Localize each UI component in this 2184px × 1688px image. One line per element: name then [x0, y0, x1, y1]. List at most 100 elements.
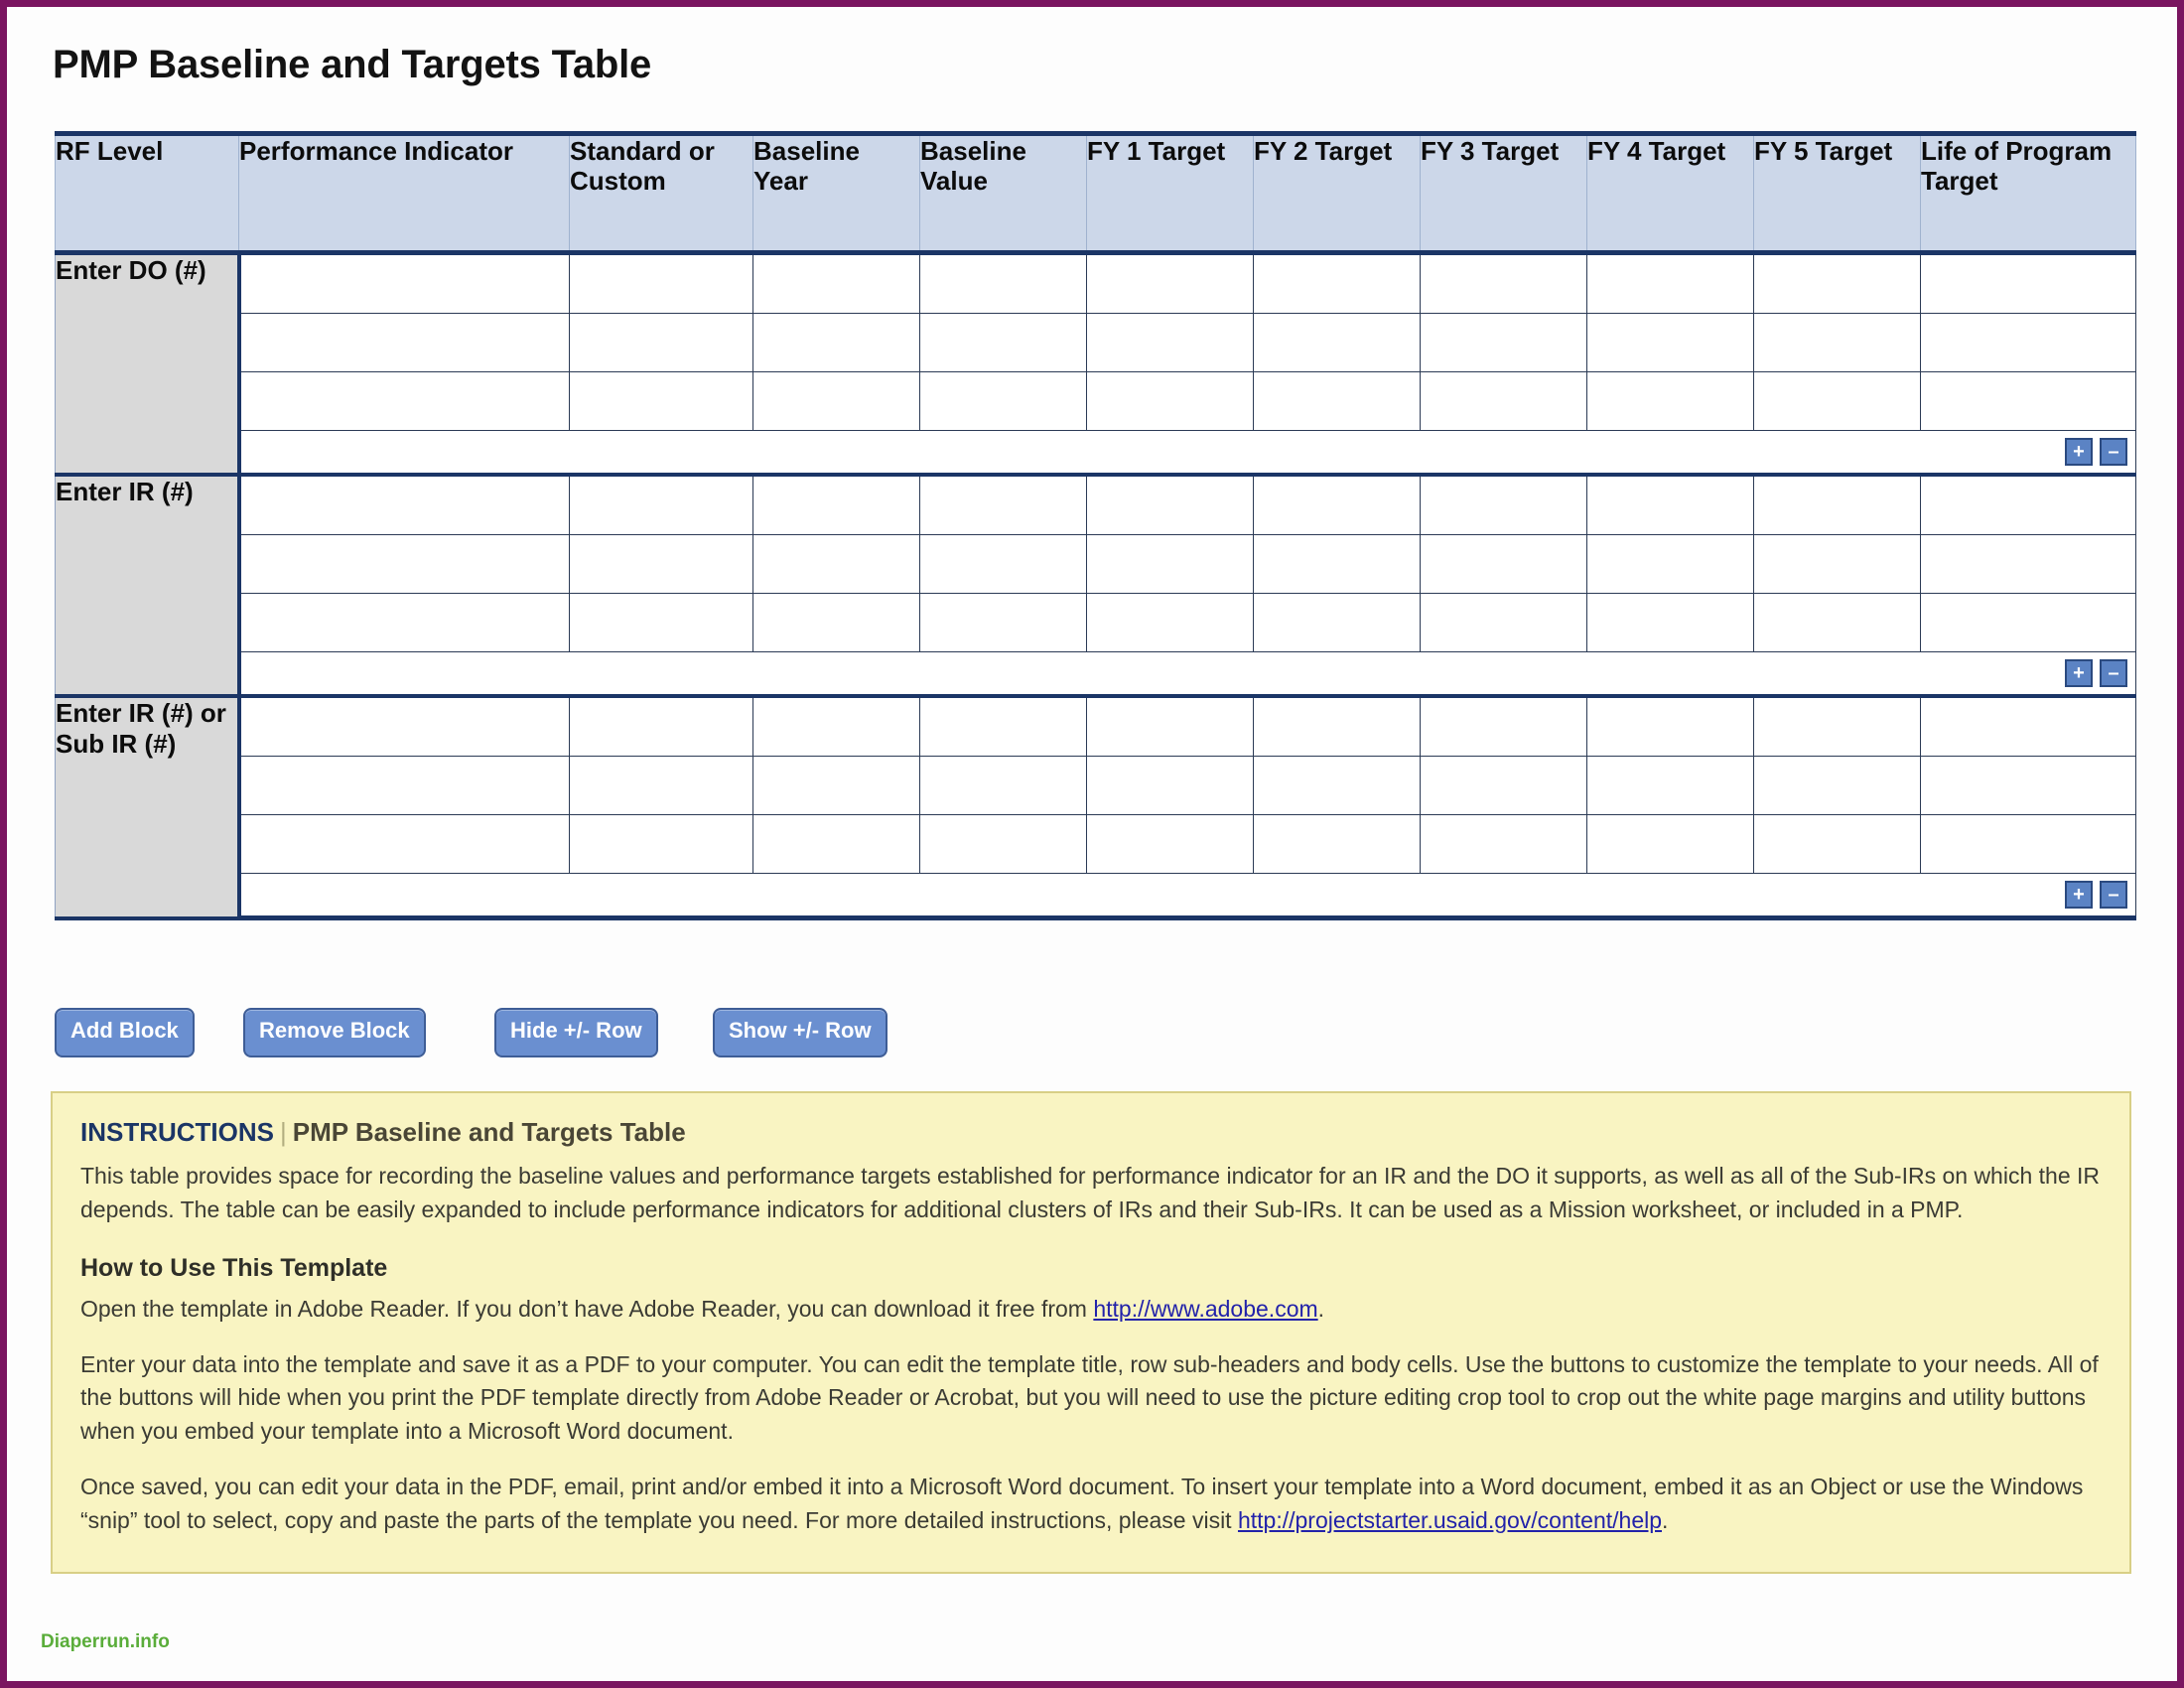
cell-fy1-target[interactable] [1086, 814, 1254, 874]
cell-fy5-target[interactable] [1753, 534, 1921, 594]
cell-fy1-target[interactable] [1086, 534, 1254, 594]
cell-fy3-target[interactable] [1420, 756, 1587, 815]
hide-plus-minus-row-button[interactable]: Hide +/- Row [494, 1008, 658, 1057]
add-row-icon[interactable]: + [2065, 881, 2093, 909]
cell-life-of-program-target[interactable] [1920, 313, 2136, 372]
cell-baseline-value[interactable] [919, 371, 1087, 431]
rf-level-label-block-2[interactable]: Enter IR (#) [55, 475, 241, 698]
cell-baseline-year[interactable] [752, 534, 920, 594]
cell-fy2-target[interactable] [1253, 313, 1421, 372]
cell-baseline-year[interactable] [752, 756, 920, 815]
cell-fy2-target[interactable] [1253, 695, 1421, 757]
cell-performance-indicator[interactable] [238, 371, 570, 431]
cell-fy4-target[interactable] [1586, 593, 1754, 652]
cell-fy4-target[interactable] [1586, 534, 1754, 594]
remove-row-icon[interactable]: – [2100, 881, 2127, 909]
cell-fy1-target[interactable] [1086, 474, 1254, 535]
cell-fy3-target[interactable] [1420, 695, 1587, 757]
cell-fy4-target[interactable] [1586, 313, 1754, 372]
cell-fy4-target[interactable] [1586, 756, 1754, 815]
cell-baseline-year[interactable] [752, 474, 920, 535]
cell-baseline-year[interactable] [752, 371, 920, 431]
cell-fy5-target[interactable] [1753, 371, 1921, 431]
cell-fy5-target[interactable] [1753, 252, 1921, 314]
cell-baseline-year[interactable] [752, 593, 920, 652]
cell-baseline-value[interactable] [919, 756, 1087, 815]
cell-life-of-program-target[interactable] [1920, 593, 2136, 652]
adobe-link[interactable]: http://www.adobe.com [1093, 1296, 1317, 1322]
cell-standard-or-custom[interactable] [569, 313, 753, 372]
cell-fy2-target[interactable] [1253, 814, 1421, 874]
cell-fy4-target[interactable] [1586, 474, 1754, 535]
add-row-icon[interactable]: + [2065, 659, 2093, 687]
cell-fy3-target[interactable] [1420, 534, 1587, 594]
add-row-icon[interactable]: + [2065, 438, 2093, 466]
cell-performance-indicator[interactable] [238, 474, 570, 535]
cell-fy2-target[interactable] [1253, 756, 1421, 815]
cell-baseline-year[interactable] [752, 695, 920, 757]
cell-fy5-target[interactable] [1753, 756, 1921, 815]
cell-fy1-target[interactable] [1086, 695, 1254, 757]
cell-baseline-year[interactable] [752, 814, 920, 874]
cell-standard-or-custom[interactable] [569, 252, 753, 314]
cell-fy2-target[interactable] [1253, 371, 1421, 431]
cell-life-of-program-target[interactable] [1920, 756, 2136, 815]
cell-fy4-target[interactable] [1586, 814, 1754, 874]
cell-fy5-target[interactable] [1753, 313, 1921, 372]
cell-fy3-target[interactable] [1420, 252, 1587, 314]
cell-standard-or-custom[interactable] [569, 593, 753, 652]
cell-fy1-target[interactable] [1086, 371, 1254, 431]
remove-row-icon[interactable]: – [2100, 659, 2127, 687]
cell-standard-or-custom[interactable] [569, 814, 753, 874]
cell-baseline-value[interactable] [919, 814, 1087, 874]
cell-baseline-value[interactable] [919, 474, 1087, 535]
cell-baseline-value[interactable] [919, 695, 1087, 757]
cell-life-of-program-target[interactable] [1920, 252, 2136, 314]
cell-fy3-target[interactable] [1420, 593, 1587, 652]
cell-fy3-target[interactable] [1420, 371, 1587, 431]
cell-performance-indicator[interactable] [238, 695, 570, 757]
cell-fy5-target[interactable] [1753, 593, 1921, 652]
cell-fy2-target[interactable] [1253, 252, 1421, 314]
cell-baseline-year[interactable] [752, 313, 920, 372]
cell-fy1-target[interactable] [1086, 252, 1254, 314]
cell-life-of-program-target[interactable] [1920, 814, 2136, 874]
cell-fy2-target[interactable] [1253, 534, 1421, 594]
rf-level-label-block-3[interactable]: Enter IR (#) or Sub IR (#) [55, 696, 241, 920]
cell-standard-or-custom[interactable] [569, 371, 753, 431]
cell-fy3-target[interactable] [1420, 814, 1587, 874]
cell-fy5-target[interactable] [1753, 814, 1921, 874]
cell-baseline-value[interactable] [919, 252, 1087, 314]
cell-fy4-target[interactable] [1586, 252, 1754, 314]
cell-performance-indicator[interactable] [238, 313, 570, 372]
cell-performance-indicator[interactable] [238, 593, 570, 652]
cell-life-of-program-target[interactable] [1920, 371, 2136, 431]
cell-performance-indicator[interactable] [238, 252, 570, 314]
add-block-button[interactable]: Add Block [55, 1008, 195, 1057]
cell-performance-indicator[interactable] [238, 756, 570, 815]
rf-level-label-block-1[interactable]: Enter DO (#) [55, 252, 241, 477]
cell-fy2-target[interactable] [1253, 474, 1421, 535]
cell-baseline-value[interactable] [919, 313, 1087, 372]
cell-life-of-program-target[interactable] [1920, 474, 2136, 535]
cell-baseline-value[interactable] [919, 593, 1087, 652]
cell-standard-or-custom[interactable] [569, 756, 753, 815]
cell-fy3-target[interactable] [1420, 313, 1587, 372]
cell-fy4-target[interactable] [1586, 695, 1754, 757]
usaid-help-link[interactable]: http://projectstarter.usaid.gov/content/… [1238, 1507, 1662, 1533]
cell-fy2-target[interactable] [1253, 593, 1421, 652]
cell-fy4-target[interactable] [1586, 371, 1754, 431]
cell-fy1-target[interactable] [1086, 756, 1254, 815]
cell-fy1-target[interactable] [1086, 593, 1254, 652]
cell-baseline-value[interactable] [919, 534, 1087, 594]
cell-standard-or-custom[interactable] [569, 695, 753, 757]
show-plus-minus-row-button[interactable]: Show +/- Row [713, 1008, 887, 1057]
cell-fy3-target[interactable] [1420, 474, 1587, 535]
cell-standard-or-custom[interactable] [569, 474, 753, 535]
remove-row-icon[interactable]: – [2100, 438, 2127, 466]
cell-performance-indicator[interactable] [238, 534, 570, 594]
cell-life-of-program-target[interactable] [1920, 534, 2136, 594]
cell-performance-indicator[interactable] [238, 814, 570, 874]
remove-block-button[interactable]: Remove Block [243, 1008, 426, 1057]
cell-standard-or-custom[interactable] [569, 534, 753, 594]
